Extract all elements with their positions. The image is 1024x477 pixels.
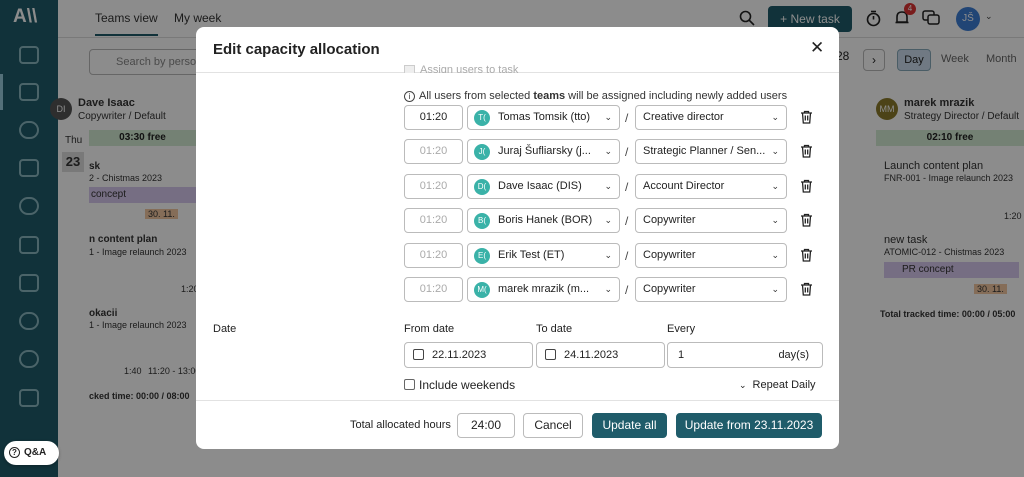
role-select-value: Copywriter [643, 214, 696, 226]
scroll-mask [196, 73, 839, 83]
hours-input[interactable]: 01:20 [404, 243, 463, 268]
chevron-down-icon: ⌄ [604, 112, 612, 122]
user-select-value: Dave Isaac (DIS) [498, 180, 582, 192]
from-date-input[interactable]: 22.11.2023 [404, 342, 533, 368]
repeat-daily-toggle[interactable]: ⌄ Repeat Daily [739, 379, 816, 391]
separator: / [625, 214, 629, 228]
modal-title: Edit capacity allocation [213, 41, 380, 58]
user-select[interactable]: T( Tomas Tomsik (tto) ⌄ [467, 105, 620, 130]
every-input[interactable]: 1 day(s) [667, 342, 823, 368]
role-select-value: Copywriter [643, 249, 696, 261]
from-date-label: From date [404, 323, 455, 335]
avatar: D( [474, 179, 490, 195]
role-select-value: Creative director [643, 111, 724, 123]
chevron-down-icon: ⌄ [771, 215, 779, 225]
user-select-value: Juraj Šufliarsky (j... [498, 145, 591, 157]
chevron-down-icon: ⌄ [604, 215, 612, 225]
chevron-down-icon: ⌄ [771, 284, 779, 294]
hours-input[interactable]: 01:20 [404, 105, 463, 130]
role-select[interactable]: Copywriter ⌄ [635, 277, 787, 302]
chevron-down-icon: ⌄ [771, 250, 779, 260]
user-select-value: Boris Hanek (BOR) [498, 214, 593, 226]
divider [196, 400, 839, 401]
date-section-label: Date [213, 323, 237, 335]
question-icon: ? [9, 447, 20, 458]
separator: / [625, 145, 629, 159]
role-select[interactable]: Creative director ⌄ [635, 105, 787, 130]
info-icon: i [404, 91, 415, 102]
chevron-down-icon: ⌄ [604, 284, 612, 294]
qa-label: Q&A [24, 447, 47, 458]
close-icon[interactable]: ✕ [810, 38, 824, 58]
to-date-input[interactable]: 24.11.2023 [536, 342, 665, 368]
avatar: M( [474, 282, 490, 298]
avatar: T( [474, 110, 490, 126]
hours-input[interactable]: 01:20 [404, 277, 463, 302]
chevron-down-icon: ⌄ [739, 380, 747, 390]
hours-input[interactable]: 01:20 [404, 208, 463, 233]
info-text-start: All users from selected [419, 90, 534, 102]
separator: / [625, 111, 629, 125]
chevron-down-icon: ⌄ [771, 181, 779, 191]
trash-icon[interactable] [800, 144, 813, 158]
update-all-button[interactable]: Update all [592, 413, 667, 438]
every-value: 1 [678, 349, 685, 361]
chevron-down-icon: ⌄ [604, 250, 612, 260]
trash-icon[interactable] [800, 213, 813, 227]
cancel-button[interactable]: Cancel [523, 413, 583, 438]
separator: / [625, 249, 629, 263]
role-select-value: Account Director [643, 180, 725, 192]
calendar-icon [413, 349, 424, 360]
teams-info-text: i All users from selected teams will be a… [404, 90, 787, 102]
info-text-teams: teams [533, 90, 566, 102]
calendar-icon [545, 349, 556, 360]
separator: / [625, 283, 629, 297]
avatar: E( [474, 248, 490, 264]
user-select-value: Erik Test (ET) [498, 249, 565, 261]
chevron-down-icon: ⌄ [771, 146, 779, 156]
user-select-value: marek mrazik (m... [498, 283, 590, 295]
every-unit: day(s) [778, 349, 809, 361]
role-select[interactable]: Account Director ⌄ [635, 174, 787, 199]
avatar: J( [474, 144, 490, 160]
role-select-value: Strategic Planner / Sen... [643, 145, 766, 157]
user-select[interactable]: D( Dave Isaac (DIS) ⌄ [467, 174, 620, 199]
info-text-end: will be assigned including newly added u… [565, 90, 788, 102]
role-select[interactable]: Copywriter ⌄ [635, 243, 787, 268]
trash-icon[interactable] [800, 179, 813, 193]
user-select[interactable]: B( Boris Hanek (BOR) ⌄ [467, 208, 620, 233]
total-allocated-label: Total allocated hours [350, 419, 451, 431]
include-weekends-label[interactable]: Include weekends [419, 378, 515, 392]
edit-capacity-modal: Edit capacity allocation ✕ Assign users … [196, 27, 839, 449]
trash-icon[interactable] [800, 248, 813, 262]
role-select[interactable]: Copywriter ⌄ [635, 208, 787, 233]
include-weekends-checkbox[interactable] [404, 379, 415, 390]
update-from-date-button[interactable]: Update from 23.11.2023 [676, 413, 822, 438]
total-allocated-input[interactable]: 24:00 [457, 413, 515, 438]
avatar: B( [474, 213, 490, 229]
hours-input[interactable]: 01:20 [404, 139, 463, 164]
user-select[interactable]: J( Juraj Šufliarsky (j... ⌄ [467, 139, 620, 164]
trash-icon[interactable] [800, 110, 813, 124]
to-date-label: To date [536, 323, 573, 335]
chevron-down-icon: ⌄ [604, 181, 612, 191]
user-select[interactable]: E( Erik Test (ET) ⌄ [467, 243, 620, 268]
every-label: Every [667, 323, 696, 335]
trash-icon[interactable] [800, 282, 813, 296]
repeat-daily-label: Repeat Daily [752, 379, 816, 391]
to-date-value: 24.11.2023 [564, 349, 619, 361]
qa-button[interactable]: ? Q&A [4, 441, 59, 465]
role-select[interactable]: Strategic Planner / Sen... ⌄ [635, 139, 787, 164]
role-select-value: Copywriter [643, 283, 696, 295]
separator: / [625, 180, 629, 194]
user-select-value: Tomas Tomsik (tto) [498, 111, 591, 123]
chevron-down-icon: ⌄ [604, 146, 612, 156]
user-select[interactable]: M( marek mrazik (m... ⌄ [467, 277, 620, 302]
chevron-down-icon: ⌄ [771, 112, 779, 122]
from-date-value: 22.11.2023 [432, 349, 487, 361]
hours-input[interactable]: 01:20 [404, 174, 463, 199]
